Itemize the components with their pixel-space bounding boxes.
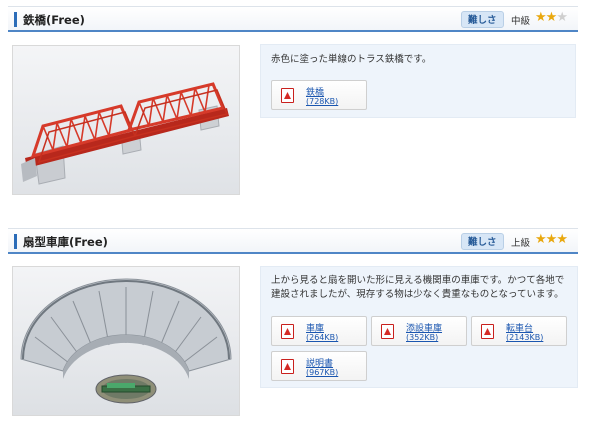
- description-line: 建設されましたが、現存する物は少なく貴重なものとなっています。: [271, 288, 567, 302]
- item-description: 赤色に塗った単線のトラス鉄橋です。: [271, 53, 567, 67]
- pdf-icon: [281, 359, 294, 374]
- download-button-bridge[interactable]: 鉄橋 (728KB): [271, 80, 367, 110]
- item-info-panel: 赤色に塗った単線のトラス鉄橋です。 鉄橋 (728KB): [260, 44, 576, 118]
- star-icon: ★: [535, 232, 546, 247]
- download-button-turntable[interactable]: 転車台 (2143KB): [471, 316, 567, 346]
- star-icon: ★: [546, 10, 557, 25]
- star-icon: ★: [546, 232, 557, 247]
- section-header: 扇型車庫(Free) 難しさ 上級 ★★★: [8, 228, 578, 254]
- download-button-manual[interactable]: 説明書 (967KB): [271, 351, 367, 381]
- star-icon: ★: [556, 10, 567, 25]
- item-title: 鉄橋(Free): [23, 12, 85, 28]
- download-size: (967KB): [306, 368, 338, 377]
- header-accent-bar: [14, 234, 17, 249]
- difficulty-badge: 難しさ: [461, 233, 504, 250]
- difficulty-badge: 難しさ: [461, 11, 504, 28]
- pdf-icon: [481, 324, 494, 339]
- item-description: 上から見ると扇を開いた形に見える機関車の車庫です。かつて各地で 建設されましたが…: [271, 274, 567, 302]
- star-icon: ★: [556, 232, 567, 247]
- pdf-icon: [381, 324, 394, 339]
- item-title: 扇型車庫(Free): [23, 234, 108, 250]
- download-size: (728KB): [306, 97, 338, 106]
- item-info-panel: 上から見ると扇を開いた形に見える機関車の車庫です。かつて各地で 建設されましたが…: [260, 266, 578, 388]
- download-button-annex[interactable]: 添設車庫 (352KB): [371, 316, 467, 346]
- section-header: 鉄橋(Free) 難しさ 中級 ★★★: [8, 6, 578, 32]
- download-button-garage[interactable]: 車庫 (264KB): [271, 316, 367, 346]
- product-photo-roundhouse: [12, 266, 240, 416]
- description-line: 上から見ると扇を開いた形に見える機関車の車庫です。かつて各地で: [271, 274, 567, 288]
- pdf-icon: [281, 88, 294, 103]
- product-photo-bridge: [12, 45, 240, 195]
- difficulty-stars: ★★★: [535, 232, 567, 247]
- difficulty-stars: ★★★: [535, 10, 567, 25]
- difficulty-level: 上級: [511, 235, 530, 249]
- pdf-icon: [281, 324, 294, 339]
- download-size: (352KB): [406, 333, 438, 342]
- star-icon: ★: [535, 10, 546, 25]
- download-size: (2143KB): [506, 333, 543, 342]
- difficulty-level: 中級: [511, 13, 530, 27]
- download-size: (264KB): [306, 333, 338, 342]
- header-accent-bar: [14, 12, 17, 27]
